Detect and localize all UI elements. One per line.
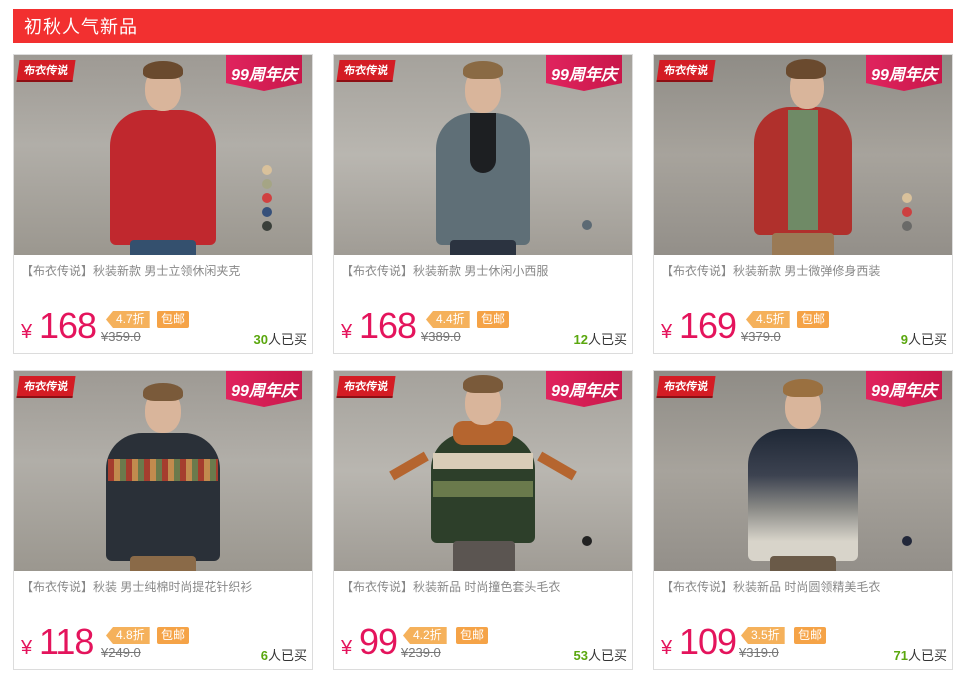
price-row: ¥ 169 4.5折 包邮 ¥379.0 9人已买 bbox=[661, 305, 947, 347]
color-swatch[interactable] bbox=[262, 207, 272, 217]
product-title[interactable]: 【布衣传说】秋装新款 男士立领休闲夹克 bbox=[21, 262, 307, 279]
sale-price: 168 bbox=[359, 305, 417, 346]
product-card[interactable]: 布衣传说 99周年庆 【布衣传说】秋装新品 时尚撞色套头毛衣 ¥ 99 4.2折 bbox=[333, 370, 633, 670]
product-card[interactable]: 布衣传说 99周年庆 【布衣传说】秋装新款 男士休闲小西服 ¥ 168 4.4折… bbox=[333, 54, 633, 354]
color-swatch[interactable] bbox=[902, 221, 912, 231]
section-title: 初秋人气新品 bbox=[24, 17, 138, 37]
product-card[interactable]: 布衣传说 99周年庆 【布衣传说】秋装 男士纯棉时尚提花针织衫 ¥ 118 4.… bbox=[13, 370, 313, 670]
section-header: 初秋人气新品 bbox=[13, 9, 953, 43]
color-swatches bbox=[582, 220, 592, 230]
price-row: ¥ 118 4.8折 包邮 ¥249.0 6人已买 bbox=[21, 621, 307, 663]
original-price: ¥389.0 bbox=[421, 329, 461, 344]
currency-symbol: ¥ bbox=[21, 637, 33, 659]
sale-price: 118 bbox=[39, 621, 94, 662]
product-card[interactable]: 布衣传说 99周年庆 【布衣传说】秋装新款 男士微弹修身西装 ¥ 169 4.5… bbox=[653, 54, 953, 354]
brand-logo: 布衣传说 bbox=[16, 60, 76, 82]
free-shipping-tag: 包邮 bbox=[157, 311, 190, 328]
model-figure bbox=[88, 371, 238, 571]
color-swatch[interactable] bbox=[262, 193, 272, 203]
color-swatch[interactable] bbox=[902, 207, 912, 217]
color-swatch[interactable] bbox=[262, 221, 272, 231]
free-shipping-tag: 包邮 bbox=[477, 311, 510, 328]
color-swatches bbox=[902, 193, 912, 231]
color-swatch[interactable] bbox=[902, 193, 912, 203]
brand-logo: 布衣传说 bbox=[16, 376, 76, 398]
model-figure bbox=[728, 371, 878, 571]
product-image[interactable]: 布衣传说 99周年庆 bbox=[334, 55, 632, 255]
original-price: ¥319.0 bbox=[739, 645, 779, 660]
original-price: ¥359.0 bbox=[101, 329, 141, 344]
discount-tag: 4.8折 bbox=[106, 627, 150, 644]
original-price: ¥239.0 bbox=[401, 645, 441, 660]
original-price: ¥379.0 bbox=[741, 329, 781, 344]
product-image[interactable]: 布衣传说 99周年庆 bbox=[654, 371, 952, 571]
product-title[interactable]: 【布衣传说】秋装新款 男士微弹修身西装 bbox=[661, 262, 947, 279]
product-title[interactable]: 【布衣传说】秋装新款 男士休闲小西服 bbox=[341, 262, 627, 279]
product-title[interactable]: 【布衣传说】秋装 男士纯棉时尚提花针织衫 bbox=[21, 578, 307, 595]
sold-count: 9人已买 bbox=[900, 332, 947, 347]
currency-symbol: ¥ bbox=[661, 637, 673, 659]
free-shipping-tag: 包邮 bbox=[797, 311, 830, 328]
currency-symbol: ¥ bbox=[341, 637, 353, 659]
price-row: ¥ 99 4.2折 包邮 ¥239.0 53人已买 bbox=[341, 621, 627, 663]
sold-count: 71人已买 bbox=[893, 648, 947, 663]
free-shipping-tag: 包邮 bbox=[157, 627, 190, 644]
sold-count: 30人已买 bbox=[253, 332, 307, 347]
model-figure bbox=[728, 55, 878, 255]
sold-count: 53人已买 bbox=[573, 648, 627, 663]
product-card[interactable]: 布衣传说 99周年庆 【布衣传说】秋装新款 男士立领休闲夹克 ¥ 168 4.7… bbox=[13, 54, 313, 354]
brand-logo: 布衣传说 bbox=[656, 60, 716, 82]
free-shipping-tag: 包邮 bbox=[794, 627, 827, 644]
garment bbox=[106, 433, 220, 561]
price-row: ¥ 168 4.4折 包邮 ¥389.0 12人已买 bbox=[341, 305, 627, 347]
model-figure bbox=[408, 55, 558, 255]
product-grid: 布衣传说 99周年庆 【布衣传说】秋装新款 男士立领休闲夹克 ¥ 168 4.7… bbox=[13, 54, 953, 670]
color-swatch[interactable] bbox=[262, 179, 272, 189]
discount-tag: 3.5折 bbox=[741, 627, 785, 644]
product-image[interactable]: 布衣传说 99周年庆 bbox=[334, 371, 632, 571]
brand-logo: 布衣传说 bbox=[336, 60, 396, 82]
sold-count: 12人已买 bbox=[573, 332, 627, 347]
product-title[interactable]: 【布衣传说】秋装新品 时尚撞色套头毛衣 bbox=[341, 578, 627, 595]
sold-count: 6人已买 bbox=[260, 648, 307, 663]
discount-tag: 4.7折 bbox=[106, 311, 150, 328]
sale-price: 168 bbox=[39, 305, 97, 346]
garment bbox=[110, 110, 216, 245]
product-image[interactable]: 布衣传说 99周年庆 bbox=[14, 55, 312, 255]
color-swatch[interactable] bbox=[582, 220, 592, 230]
product-image[interactable]: 布衣传说 99周年庆 bbox=[14, 371, 312, 571]
price-row: ¥ 168 4.7折 包邮 ¥359.0 30人已买 bbox=[21, 305, 307, 347]
model-figure bbox=[88, 55, 238, 255]
color-swatch[interactable] bbox=[902, 536, 912, 546]
currency-symbol: ¥ bbox=[21, 321, 33, 343]
color-swatches bbox=[902, 536, 912, 546]
product-title[interactable]: 【布衣传说】秋装新品 时尚圆领精美毛衣 bbox=[661, 578, 947, 595]
product-card[interactable]: 布衣传说 99周年庆 【布衣传说】秋装新品 时尚圆领精美毛衣 ¥ 109 3.5… bbox=[653, 370, 953, 670]
sale-price: 99 bbox=[359, 621, 398, 662]
discount-tag: 4.4折 bbox=[426, 311, 470, 328]
sale-price: 109 bbox=[679, 621, 737, 662]
discount-tag: 4.2折 bbox=[403, 627, 447, 644]
color-swatch[interactable] bbox=[262, 165, 272, 175]
currency-symbol: ¥ bbox=[661, 321, 673, 343]
discount-tag: 4.5折 bbox=[746, 311, 790, 328]
color-swatches bbox=[582, 536, 592, 546]
brand-logo: 布衣传说 bbox=[656, 376, 716, 398]
free-shipping-tag: 包邮 bbox=[456, 627, 489, 644]
sale-price: 169 bbox=[679, 305, 737, 346]
garment bbox=[748, 429, 858, 561]
currency-symbol: ¥ bbox=[341, 321, 353, 343]
model-figure bbox=[383, 371, 583, 571]
color-swatch[interactable] bbox=[582, 536, 592, 546]
original-price: ¥249.0 bbox=[101, 645, 141, 660]
color-swatches bbox=[262, 165, 272, 231]
price-row: ¥ 109 3.5折 包邮 ¥319.0 71人已买 bbox=[661, 621, 947, 663]
product-image[interactable]: 布衣传说 99周年庆 bbox=[654, 55, 952, 255]
